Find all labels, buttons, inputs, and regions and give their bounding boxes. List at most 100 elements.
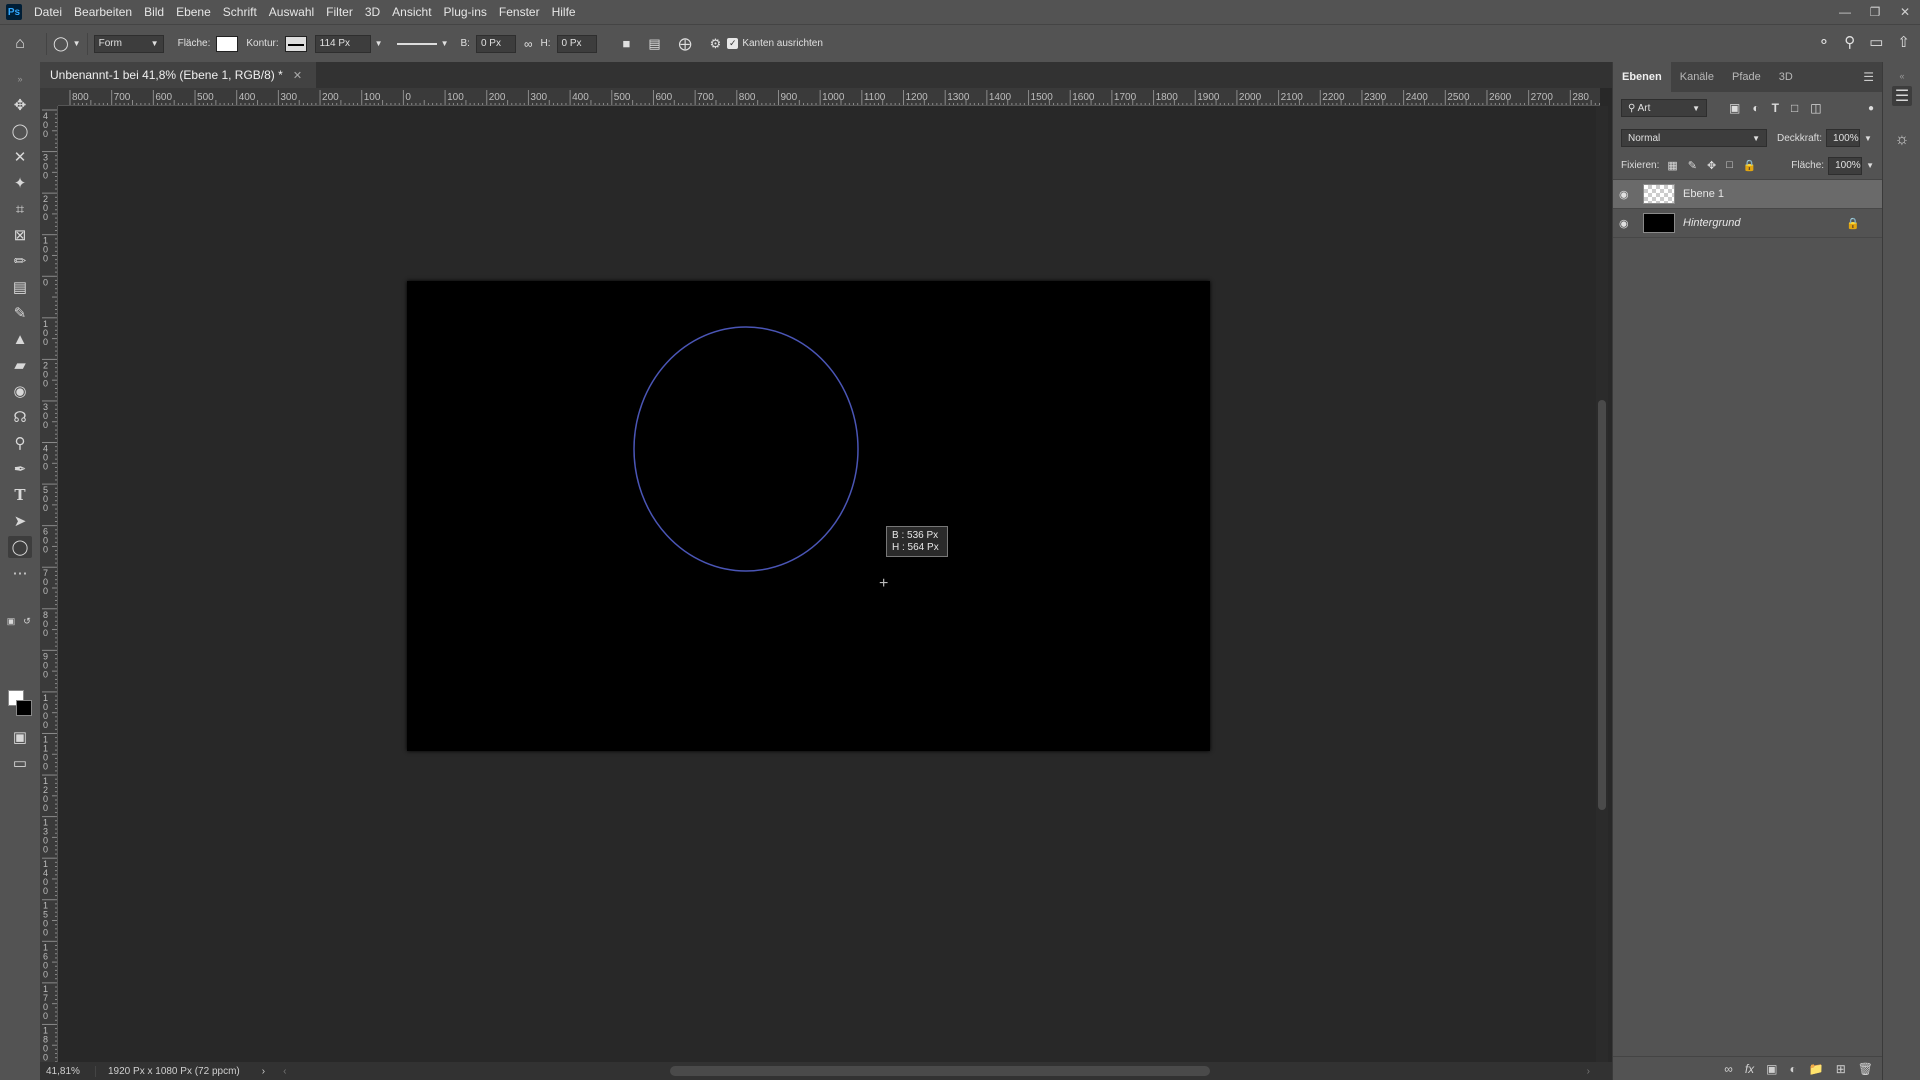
menu-item[interactable]: Auswahl (263, 0, 320, 24)
crop-tool-icon[interactable]: ⌗ (8, 198, 32, 220)
status-menu-chevron-icon[interactable]: › (262, 1066, 265, 1077)
filter-adjustment-icon[interactable]: ◐ (1752, 101, 1759, 115)
filter-type-icon[interactable]: T (1772, 101, 1779, 115)
layer-style-icon[interactable]: fx (1745, 1062, 1754, 1076)
panel-menu-icon[interactable]: ☰ (1863, 70, 1874, 84)
canvas-area[interactable]: B : 536 Px H : 564 Px + (58, 106, 1600, 1062)
tool-mode-select[interactable]: Form ▼ (93, 34, 164, 53)
share-icon[interactable]: ⇧ (1897, 33, 1910, 51)
layer-name[interactable]: Ebene 1 (1683, 188, 1724, 200)
chevron-down-icon[interactable]: ▼ (375, 39, 383, 48)
minimize-icon[interactable]: — (1830, 0, 1860, 24)
pen-tool-icon[interactable]: ✒ (8, 458, 32, 480)
stroke-type-line[interactable] (396, 42, 437, 45)
layer-mask-icon[interactable]: ▣ (1766, 1062, 1777, 1076)
menu-item[interactable]: Ebene (170, 0, 217, 24)
menu-item[interactable]: 3D (359, 0, 386, 24)
tab-paths[interactable]: Pfade (1723, 62, 1770, 92)
filter-shape-icon[interactable]: □ (1791, 101, 1798, 115)
background-color-swatch[interactable] (16, 700, 32, 716)
libraries-dock-icon[interactable]: ☼ (1892, 130, 1912, 150)
lasso-tool-icon[interactable]: ✕ (8, 146, 32, 168)
layer-filter-select[interactable]: ⚲ Art ▼ (1621, 99, 1707, 117)
vertical-scrollbar-thumb[interactable] (1598, 400, 1606, 810)
link-layers-icon[interactable]: ∞ (1724, 1062, 1733, 1076)
home-icon[interactable]: ⌂ (0, 35, 40, 53)
horizontal-scrollbar-thumb[interactable] (670, 1066, 1210, 1076)
restore-icon[interactable]: ❐ (1860, 0, 1890, 24)
path-selection-tool-icon[interactable]: ➤ (8, 510, 32, 532)
close-icon[interactable]: ✕ (293, 69, 302, 82)
chevron-down-icon[interactable]: ▼ (441, 39, 449, 48)
tab-3d[interactable]: 3D (1770, 62, 1802, 92)
frame-tool-icon[interactable]: ⊠ (8, 224, 32, 246)
healing-brush-tool-icon[interactable]: ▤ (8, 276, 32, 298)
height-input[interactable]: 0 Px (556, 34, 597, 53)
eye-icon[interactable]: ◉ (1619, 188, 1637, 201)
menu-item[interactable]: Fenster (493, 0, 546, 24)
menu-item[interactable]: Schrift (217, 0, 263, 24)
zoom-level[interactable]: 41,81% (40, 1065, 96, 1077)
filter-pixel-icon[interactable]: ▣ (1729, 101, 1740, 115)
lock-artboard-icon[interactable]: □ (1726, 159, 1733, 172)
default-colors-icon[interactable]: ▣ (4, 610, 18, 632)
layer-row[interactable]: ◉ Hintergrund 🔒 (1613, 209, 1882, 238)
horizontal-ruler[interactable]: 800 700 600 500 400 300 200 100 0 100 200 300 400 500… (58, 88, 1600, 106)
tab-channels[interactable]: Kanäle (1671, 62, 1723, 92)
menu-item[interactable]: Bild (138, 0, 170, 24)
marquee-tool-icon[interactable]: ◯ (8, 120, 32, 142)
menu-item[interactable]: Plug-ins (438, 0, 493, 24)
layers-dock-icon[interactable]: ☰ (1892, 86, 1912, 106)
lock-transparency-icon[interactable]: ▦ (1667, 159, 1677, 172)
eraser-tool-icon[interactable]: ▰ (8, 354, 32, 376)
paint-bucket-tool-icon[interactable]: ◉ (8, 380, 32, 402)
blend-mode-select[interactable]: Normal ▼ (1621, 129, 1767, 147)
menu-item[interactable]: Hilfe (546, 0, 582, 24)
path-arrangement-icon[interactable]: ⨁ (679, 36, 692, 52)
vertical-scrollbar[interactable] (1596, 106, 1608, 1062)
eye-icon[interactable]: ◉ (1619, 217, 1637, 230)
vertical-ruler[interactable]: 4003002001000100200300400500600700800900… (40, 106, 58, 1062)
collapse-icon[interactable]: » (8, 68, 32, 90)
menu-item[interactable]: Bearbeiten (68, 0, 138, 24)
tool-preset-picker[interactable]: ◯ ▼ (53, 35, 81, 52)
chevron-down-icon[interactable]: ▼ (1866, 161, 1874, 170)
tab-layers[interactable]: Ebenen (1613, 62, 1671, 92)
lock-pixels-icon[interactable]: ✎ (1688, 159, 1697, 172)
lock-all-icon[interactable]: 🔒 (1743, 159, 1757, 172)
magic-wand-tool-icon[interactable]: ✦ (8, 172, 32, 194)
link-icon[interactable]: ∞ (524, 37, 533, 51)
swap-colors-icon[interactable]: ↺ (20, 610, 34, 632)
quick-mask-icon[interactable]: ▣ (8, 726, 32, 748)
opacity-input[interactable]: 100% (1826, 129, 1861, 147)
new-layer-icon[interactable]: ⊞ (1836, 1062, 1846, 1076)
dodge-tool-icon[interactable]: ⚲ (8, 432, 32, 454)
fill-input[interactable]: 100% (1828, 156, 1863, 175)
type-tool-icon[interactable]: T (8, 484, 32, 506)
more-tools-icon[interactable]: ⋯ (8, 562, 32, 584)
filter-toggle-icon[interactable]: ● (1868, 103, 1874, 114)
fill-color-swatch[interactable] (216, 35, 239, 52)
gear-icon[interactable]: ⚙ (710, 36, 722, 52)
scroll-left-icon[interactable]: ‹ (283, 1066, 286, 1077)
document-canvas[interactable] (407, 281, 1210, 751)
new-group-icon[interactable]: 📁 (1809, 1062, 1824, 1076)
collapse-icon[interactable]: « (1892, 66, 1912, 86)
adjustment-layer-icon[interactable]: ◐ (1790, 1062, 1797, 1076)
filter-smart-object-icon[interactable]: ◫ (1810, 101, 1821, 115)
screen-mode-icon[interactable]: ▭ (8, 752, 32, 774)
stroke-color-swatch[interactable] (284, 35, 307, 52)
move-tool-icon[interactable]: ✥ (8, 94, 32, 116)
layer-name[interactable]: Hintergrund (1683, 217, 1740, 229)
lock-position-icon[interactable]: ✥ (1707, 159, 1716, 172)
path-alignment-icon[interactable]: ▤ (648, 36, 660, 52)
layer-row[interactable]: ◉ Ebene 1 (1613, 180, 1882, 209)
learn-icon[interactable]: ⚬ (1818, 33, 1831, 51)
ellipse-shape-outline[interactable] (633, 326, 859, 572)
path-operations-icon[interactable]: ■ (623, 36, 631, 51)
brush-tool-icon[interactable]: ✎ (8, 302, 32, 324)
close-window-icon[interactable]: ✕ (1890, 0, 1920, 24)
chevron-down-icon[interactable]: ▼ (1864, 134, 1872, 143)
document-tab[interactable]: Unbenannt-1 bei 41,8% (Ebene 1, RGB/8) *… (40, 62, 317, 88)
align-edges-checkbox[interactable]: ✓ Kanten ausrichten (727, 38, 823, 49)
